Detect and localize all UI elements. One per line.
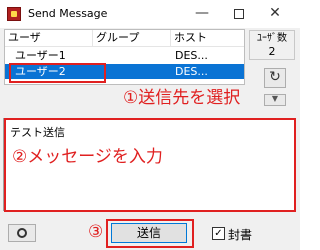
- close-button[interactable]: ✕: [258, 0, 292, 28]
- refresh-button[interactable]: ↻: [264, 68, 286, 88]
- window-title: Send Message: [28, 7, 108, 20]
- annotation-step3: ③: [88, 222, 104, 242]
- user-count-value: 2: [268, 45, 276, 58]
- user-row[interactable]: ユーザー1 DES...: [5, 48, 244, 63]
- minimize-button[interactable]: —: [185, 0, 219, 28]
- column-header-host[interactable]: ホスト: [171, 30, 244, 47]
- user-count-box: ﾕｰｻﾞ数 2: [249, 30, 295, 60]
- user-group-cell: [95, 64, 169, 79]
- camera-icon: [17, 228, 27, 238]
- refresh-icon: ↻: [269, 69, 281, 85]
- maximize-icon: [234, 9, 244, 19]
- expand-button[interactable]: ▼: [264, 94, 286, 106]
- column-header-group[interactable]: グループ: [93, 30, 171, 47]
- app-icon: [7, 7, 21, 21]
- maximize-button[interactable]: [222, 0, 256, 28]
- seal-checkbox-label[interactable]: 封書: [228, 226, 252, 243]
- send-message-window: Send Message — ✕ ユーザ グループ ホスト ユーザー1 DES.…: [0, 0, 300, 250]
- annotation-send-box: [106, 219, 194, 248]
- user-name-cell: ユーザー1: [15, 49, 66, 62]
- capture-button[interactable]: [8, 224, 36, 242]
- title-bar: Send Message — ✕: [0, 0, 300, 28]
- user-list-header: ユーザ グループ ホスト: [5, 30, 244, 47]
- annotation-step1: ①送信先を選択: [123, 88, 241, 108]
- user-count-label: ﾕｰｻﾞ数: [257, 33, 287, 44]
- column-header-user[interactable]: ユーザ: [5, 30, 93, 47]
- user-group-cell: [95, 48, 169, 63]
- user-host-cell: DES...: [175, 65, 208, 78]
- annotation-step2: ②メッセージを入力: [12, 147, 163, 167]
- chevron-down-icon: ▼: [271, 94, 279, 103]
- seal-checkbox[interactable]: ✓: [212, 227, 225, 240]
- user-host-cell: DES...: [175, 49, 208, 62]
- annotation-select-box: [9, 63, 106, 83]
